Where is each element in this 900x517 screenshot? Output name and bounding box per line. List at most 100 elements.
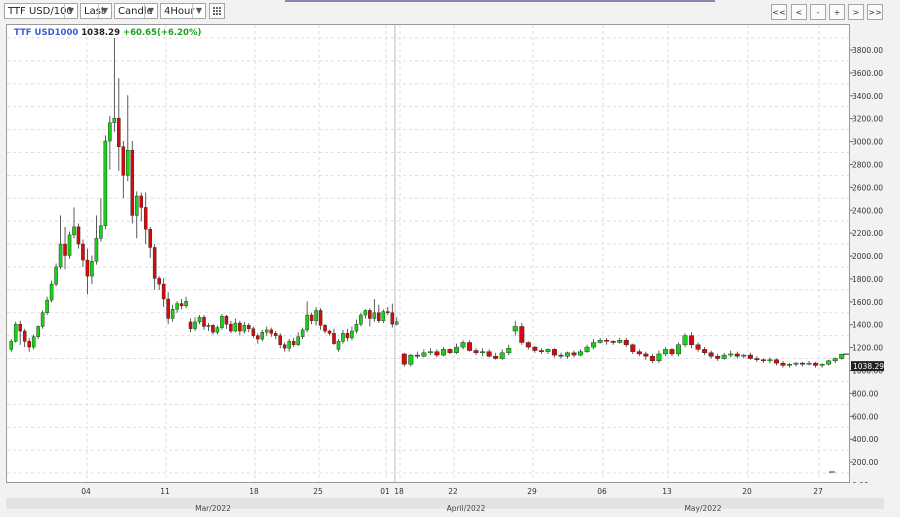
candle [780, 360, 786, 368]
chart-style-select[interactable]: Candle ▼ [114, 3, 158, 19]
candle-body [108, 122, 112, 142]
candle-body [184, 301, 188, 307]
candle-body [427, 351, 433, 354]
y-tick-label: 1600.00 [852, 298, 883, 307]
candle [787, 363, 792, 368]
candle-body [519, 326, 525, 343]
candle-body [506, 348, 512, 354]
scroll-forward-button[interactable]: > [848, 4, 864, 20]
candle [401, 352, 407, 367]
candle [734, 351, 740, 359]
scroll-back-button[interactable]: < [791, 4, 807, 20]
x-tick-label: 18 [394, 487, 404, 496]
candle-body [689, 335, 695, 345]
candle [112, 38, 117, 132]
scroll-last-button[interactable]: >> [867, 4, 883, 20]
candle [486, 349, 492, 358]
candle [282, 342, 287, 352]
candle [54, 263, 58, 287]
candle-body [332, 333, 336, 344]
candle [819, 363, 825, 368]
candle-body [682, 335, 688, 345]
candle-body [363, 310, 368, 316]
candle-body [662, 349, 668, 355]
candle [800, 361, 806, 367]
candle-body [813, 362, 819, 366]
candle-body [558, 354, 564, 357]
y-tick-label: 400.00 [852, 435, 878, 444]
title-strip [285, 0, 715, 2]
candle-body [336, 341, 341, 350]
candle [103, 135, 108, 230]
scroll-first-button[interactable]: << [771, 4, 787, 20]
candle-body [773, 359, 779, 364]
candle [545, 348, 551, 354]
candle [134, 191, 139, 239]
candle-body [780, 362, 786, 366]
indicators-button[interactable] [209, 3, 225, 19]
candle [148, 226, 152, 258]
chevron-down-icon[interactable]: ▼ [192, 4, 205, 18]
y-tick-label: 2200.00 [852, 229, 883, 238]
candle-body [806, 362, 812, 365]
candle [85, 248, 90, 295]
x-tick-label: 06 [597, 487, 607, 496]
candle [467, 340, 473, 352]
candle [130, 141, 135, 224]
candle [175, 301, 179, 313]
candle [166, 292, 170, 325]
candle-body [747, 354, 753, 359]
candle [741, 353, 747, 359]
candle-body [386, 311, 390, 313]
y-tick-label: 3600.00 [852, 69, 883, 78]
candle-body [45, 299, 49, 313]
candle-body [85, 259, 90, 277]
candle-body [623, 340, 629, 345]
candle [636, 349, 642, 357]
candle [649, 353, 655, 364]
x-tick-label: 29 [527, 487, 537, 496]
price-type-select[interactable]: Last ▼ [80, 3, 112, 19]
candle [454, 343, 459, 354]
month-navigator[interactable]: Mar/2022 April/2022 May/2022 [6, 498, 884, 513]
candle-body [591, 342, 597, 348]
candle [211, 324, 215, 335]
chart-plot-area[interactable] [6, 24, 850, 483]
candle [126, 95, 130, 182]
candle-body [287, 341, 291, 349]
candle-body [278, 335, 282, 345]
candle-body [832, 358, 838, 362]
candle-body [134, 195, 139, 216]
y-tick-label: 1200.00 [852, 344, 883, 353]
chevron-down-icon[interactable]: ▼ [144, 4, 157, 18]
candle-body [143, 207, 148, 230]
candle-body [179, 303, 184, 307]
candle-body [381, 311, 386, 321]
interval-select[interactable]: 4Hour ▼ [160, 3, 206, 19]
candle-body [512, 326, 518, 332]
zoom-out-button[interactable]: - [810, 4, 826, 20]
candle [728, 350, 734, 358]
candle-body [58, 243, 63, 268]
candle-body [126, 149, 130, 176]
zoom-in-button[interactable]: + [829, 4, 845, 20]
candle-body [578, 351, 584, 356]
candle-body [157, 278, 161, 285]
candle [256, 333, 260, 344]
legend-change: +60.65(+6.20%) [122, 28, 202, 38]
candle [184, 296, 188, 309]
candle [440, 347, 446, 357]
x-tick-label: 01 [380, 487, 390, 496]
candle-body [480, 351, 486, 354]
candle-body [13, 323, 18, 342]
candle [36, 325, 40, 340]
candle-body [708, 352, 714, 357]
candle-body [800, 362, 806, 365]
chevron-down-icon[interactable]: ▼ [64, 4, 77, 18]
candle-body [233, 322, 238, 332]
candle-body [206, 325, 211, 327]
chevron-down-icon[interactable]: ▼ [98, 4, 111, 18]
candle [291, 337, 296, 348]
candle [390, 303, 395, 328]
symbol-select[interactable]: TTF USD/100 ▼ [4, 3, 78, 19]
